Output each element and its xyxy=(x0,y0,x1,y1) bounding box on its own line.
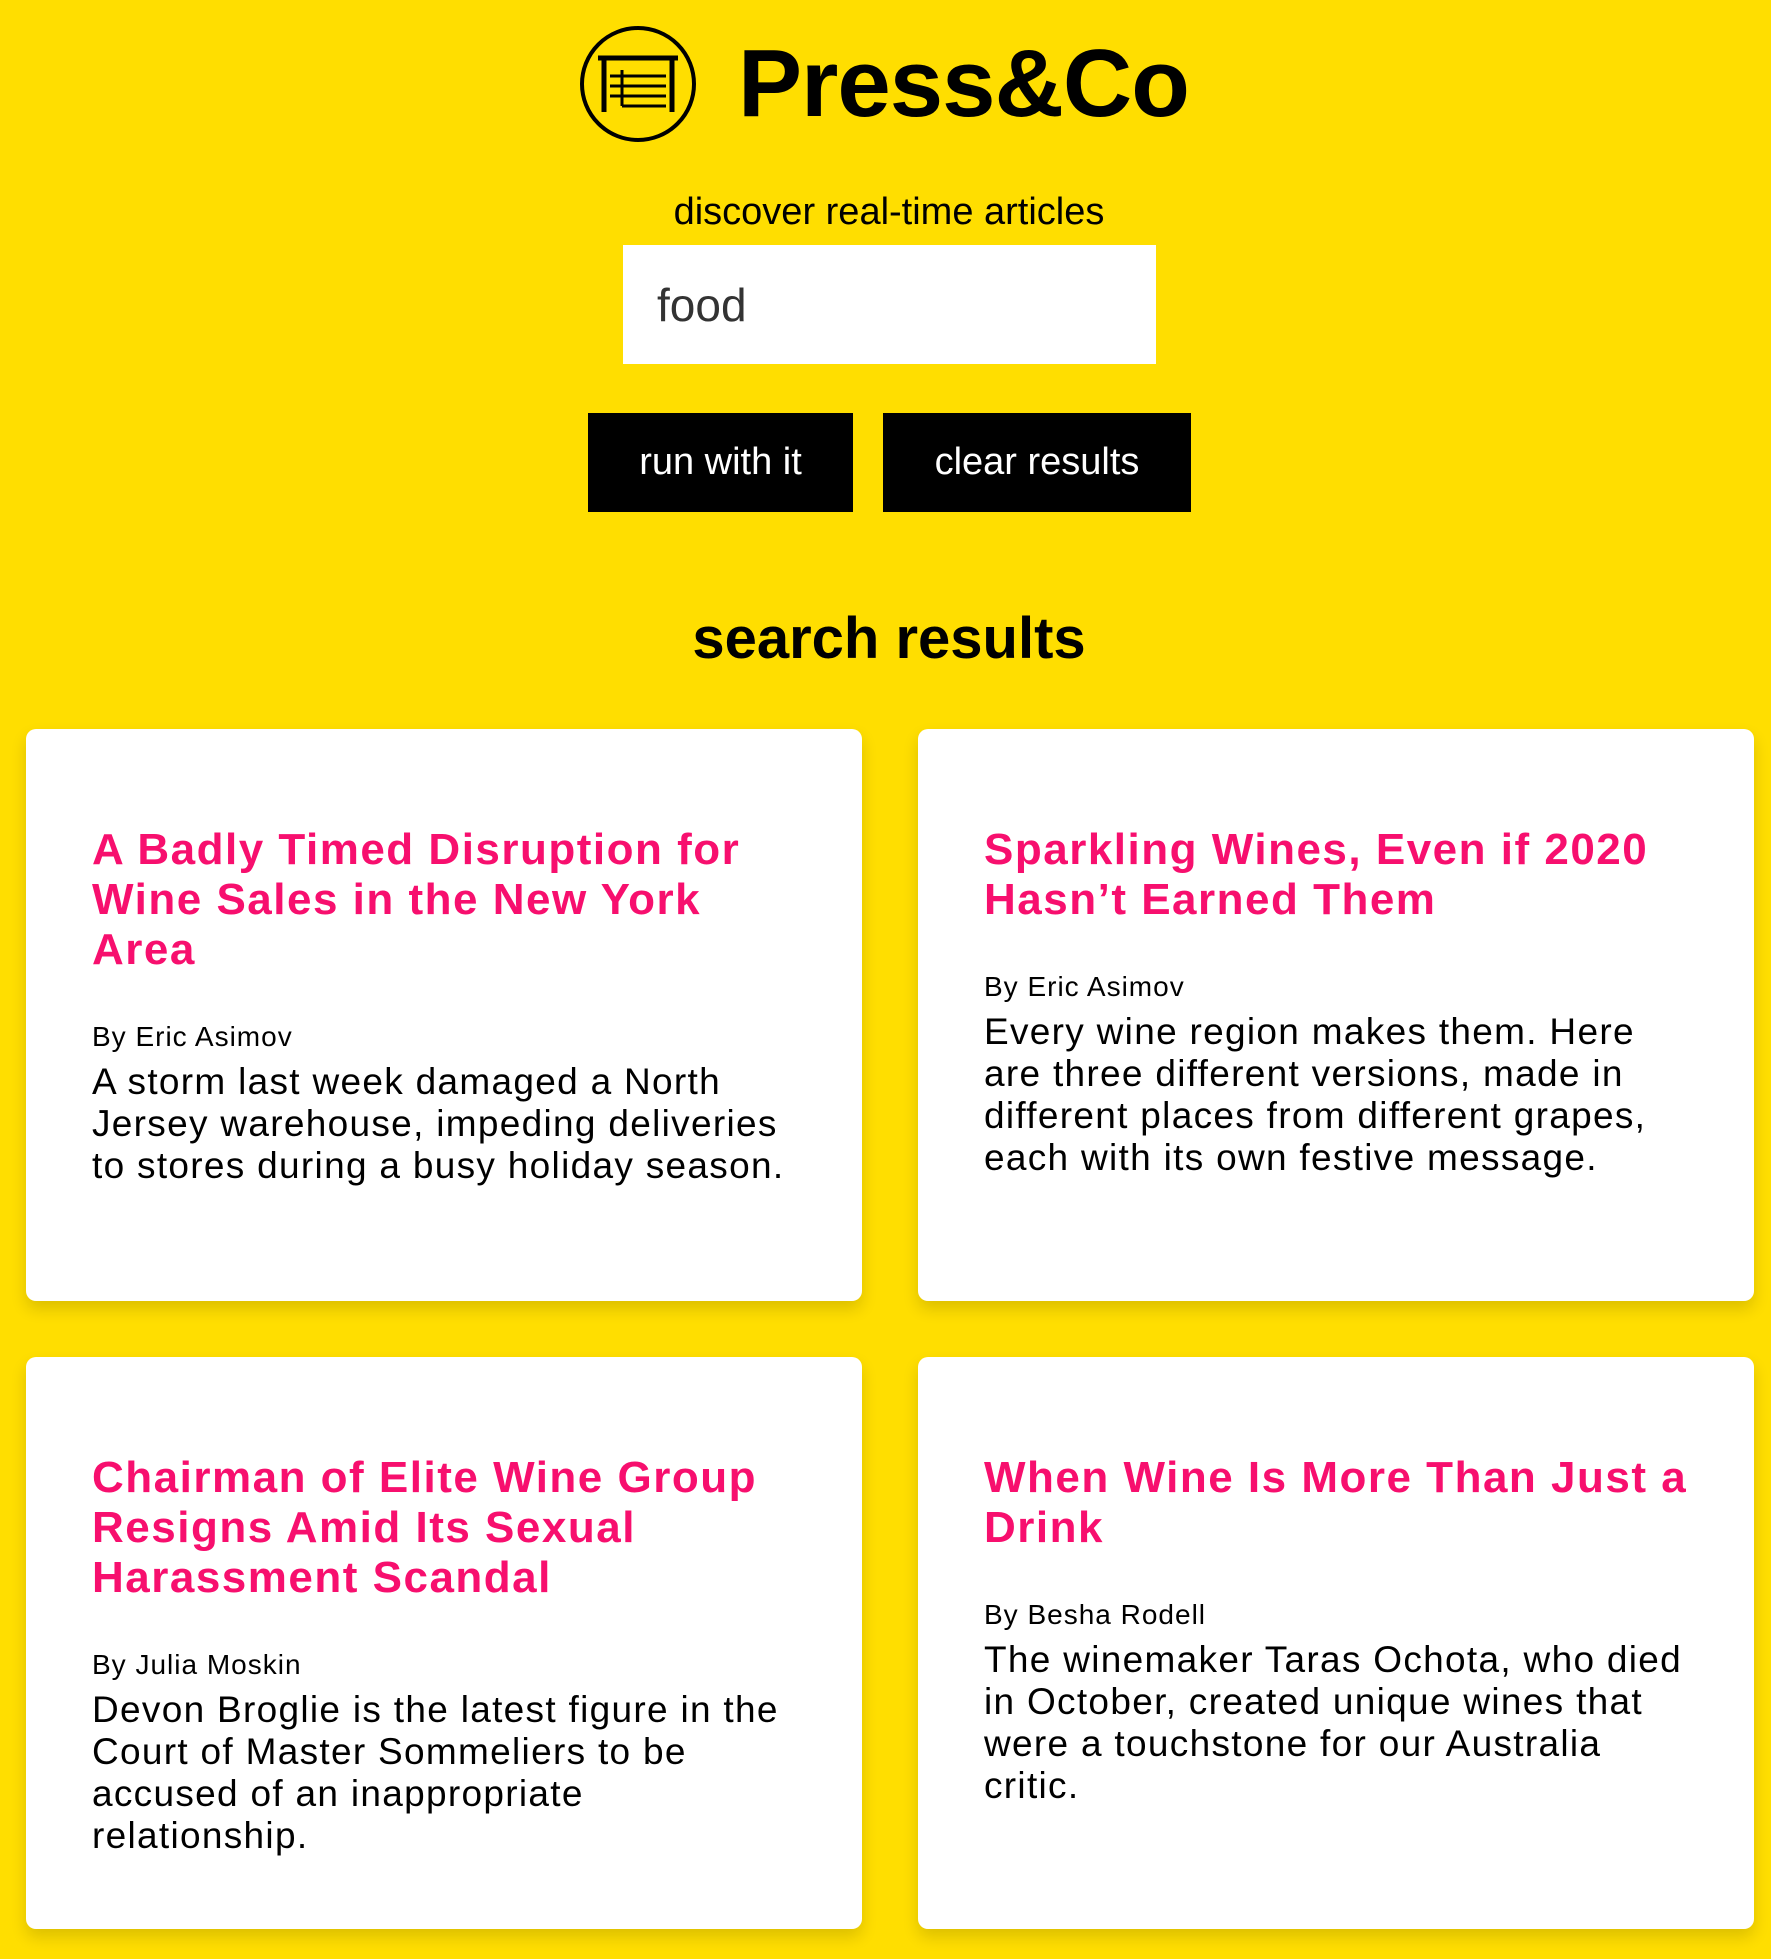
search-input[interactable] xyxy=(623,245,1156,364)
article-byline: By Besha Rodell xyxy=(984,1599,1207,1630)
article-byline: By Eric Asimov xyxy=(984,971,1185,1002)
article-summary: Every wine region makes them. Here are t… xyxy=(984,1011,1647,1178)
article-card[interactable]: Chairman of Elite Wine Group Resigns Ami… xyxy=(26,1357,862,1929)
article-title[interactable]: Chairman of Elite Wine Group Resigns Ami… xyxy=(92,1453,802,1603)
article-summary: A storm last week damaged a North Jersey… xyxy=(92,1061,785,1186)
results-heading: search results xyxy=(692,606,1086,671)
run-search-button[interactable]: run with it xyxy=(588,413,853,512)
article-byline: By Eric Asimov xyxy=(92,1021,293,1052)
search-tagline: discover real-time articles xyxy=(673,191,1105,233)
article-card[interactable]: When Wine Is More Than Just a Drink By B… xyxy=(918,1357,1754,1929)
article-card[interactable]: Sparkling Wines, Even if 2020 Hasn’t Ear… xyxy=(918,729,1754,1301)
brand-logo[interactable]: Press&Co xyxy=(578,24,1190,144)
article-title[interactable]: A Badly Timed Disruption for Wine Sales … xyxy=(92,825,802,975)
clear-results-button[interactable]: clear results xyxy=(883,413,1191,512)
article-summary: The winemaker Taras Ochota, who died in … xyxy=(984,1639,1683,1806)
article-byline: By Julia Moskin xyxy=(92,1649,302,1680)
article-title[interactable]: Sparkling Wines, Even if 2020 Hasn’t Ear… xyxy=(984,825,1694,925)
article-title[interactable]: When Wine Is More Than Just a Drink xyxy=(984,1453,1694,1553)
brand-name: Press&Co xyxy=(738,30,1190,137)
article-card[interactable]: A Badly Timed Disruption for Wine Sales … xyxy=(26,729,862,1301)
article-summary: Devon Broglie is the latest figure in th… xyxy=(92,1689,779,1856)
bed-frame-circle-icon xyxy=(580,26,696,142)
